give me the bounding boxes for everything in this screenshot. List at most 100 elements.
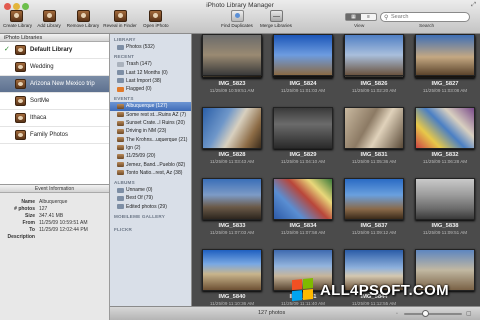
info-row-size: Size 347.41 MB: [24, 213, 64, 219]
photo-date: 11/25/09 11:07:58 AM: [280, 230, 326, 235]
photo-title: IMG_5831: [360, 152, 388, 158]
photo-image[interactable]: [202, 249, 262, 291]
info-row-photo-count: # photos 127: [14, 206, 48, 212]
watermark: ALL4PSOFT.COM: [292, 276, 467, 306]
merge-libraries-button[interactable]: Merge Libraries: [258, 10, 294, 32]
section-header-mobileme: MOBILEME GALLERY: [114, 214, 166, 220]
library-icon: [76, 10, 90, 22]
event-item[interactable]: Albuquerque (127): [110, 102, 191, 111]
photo-thumbnail[interactable]: IMG_5832 11/25/09 11:06:28 AM: [415, 107, 475, 173]
photo-title: IMG_5833: [218, 223, 246, 229]
grid-view-icon[interactable]: ▦: [346, 14, 361, 20]
album-icon: [117, 204, 124, 210]
album-icon: [117, 195, 124, 201]
library-item-sortme[interactable]: SortMe: [0, 93, 109, 110]
checkmark-icon: ✓: [4, 46, 10, 53]
photo-thumbnail[interactable]: [273, 34, 333, 100]
event-icon: [117, 145, 124, 151]
event-info-pane: Event Information Name Albuquerque # pho…: [0, 184, 110, 320]
reveal-in-finder-button[interactable]: Reveal in Finder: [102, 10, 138, 32]
toolbar: iPhoto Library Manager ⤢ Create Library …: [0, 0, 480, 34]
photo-title: IMG_5828: [218, 152, 246, 158]
library-icon: [15, 45, 26, 55]
photo-thumbnail[interactable]: [344, 34, 404, 100]
photo-thumbnail[interactable]: IMG_5840 11/25/09 11:10:36 AM: [202, 249, 262, 306]
library-item-wedding[interactable]: Wedding: [0, 59, 109, 76]
magnifier-photos-icon: [230, 10, 244, 22]
photo-image[interactable]: [202, 178, 262, 220]
photo-image[interactable]: [202, 34, 262, 76]
photo-image[interactable]: [415, 107, 475, 149]
album-item[interactable]: Best Of (79): [110, 194, 191, 202]
photo-thumbnail[interactable]: IMG_5834 11/25/09 11:07:58 AM: [273, 178, 333, 244]
photo-image[interactable]: [273, 178, 333, 220]
photo-thumbnail[interactable]: IMG_5831 11/25/09 11:05:36 AM: [344, 107, 404, 173]
event-item[interactable]: Tonto Natio...rest, Az (38): [110, 169, 191, 177]
slider-knob[interactable]: [421, 310, 429, 317]
photo-image[interactable]: [273, 34, 333, 76]
photo-title: IMG_5834: [289, 223, 317, 229]
photo-image[interactable]: [415, 34, 475, 76]
library-item-family-photos[interactable]: Family Photos: [0, 127, 109, 144]
photo-image[interactable]: [273, 107, 333, 149]
photo-image[interactable]: [202, 107, 262, 149]
create-library-button[interactable]: Create Library: [3, 10, 32, 32]
event-item[interactable]: 11/25/09 (20): [110, 152, 191, 160]
event-item[interactable]: Some rest st...Ruins AZ (7): [110, 111, 191, 119]
source-item-flagged[interactable]: Flagged (0): [110, 85, 191, 93]
library-item-default[interactable]: ✓ Default Library: [0, 42, 109, 59]
photo-thumbnail[interactable]: IMG_5829 11/25/09 11:04:10 AM: [273, 107, 333, 173]
event-item[interactable]: Ign (2): [110, 144, 191, 152]
search-field[interactable]: ⚲: [380, 12, 470, 22]
photo-thumbnail[interactable]: IMG_5837 11/25/09 11:09:12 AM: [344, 178, 404, 244]
photo-thumbnail[interactable]: IMG_5838 11/25/09 11:09:51 AM: [415, 178, 475, 244]
libraries-header: iPhoto Libraries: [0, 34, 109, 42]
iphoto-icon: [148, 10, 162, 22]
library-item-ithaca[interactable]: Ithaca: [0, 110, 109, 127]
toolbar-toggle-icon[interactable]: ⤢: [471, 2, 476, 9]
event-item[interactable]: Jemez, Band...Pueblo (82): [110, 161, 191, 169]
event-icon: [117, 137, 124, 143]
photo-image[interactable]: [344, 178, 404, 220]
add-library-button[interactable]: Add Library: [36, 10, 62, 32]
photo-date: 11/25/09 11:03:43 AM: [209, 159, 255, 164]
photo-date: 11/25/09 11:09:51 AM: [422, 230, 468, 235]
info-row-description: Description: [7, 234, 35, 240]
source-item-last-import[interactable]: Last Import (38): [110, 77, 191, 85]
source-item-last-12-months[interactable]: Last 12 Months (0): [110, 69, 191, 77]
search-input[interactable]: [391, 13, 467, 21]
photo-thumbnail[interactable]: IMG_5833 11/25/09 11:07:03 AM: [202, 178, 262, 244]
search-icon: ⚲: [384, 15, 389, 21]
list-view-icon[interactable]: ≡: [361, 14, 376, 20]
library-icon: [42, 10, 56, 22]
event-item[interactable]: Driving in NM (23): [110, 127, 191, 135]
photo-image[interactable]: [415, 178, 475, 220]
info-row-to: To 11/25/09 12:02:44 PM: [29, 227, 88, 233]
library-item-arizona-new-mexico-trip[interactable]: Arizona New Mexico trip: [0, 76, 109, 93]
photo-date: 11/25/09 11:05:36 AM: [351, 159, 397, 164]
status-bar: 127 photos ▫ ▢: [110, 306, 480, 320]
album-item[interactable]: Edited photos (29): [110, 203, 191, 211]
large-thumbnail-icon: ▢: [466, 311, 472, 317]
photo-thumbnail[interactable]: IMG_5828 11/25/09 11:03:43 AM: [202, 107, 262, 173]
view-mode-control[interactable]: ▦ ≡: [345, 13, 377, 21]
photo-image[interactable]: [344, 34, 404, 76]
photo-image[interactable]: [344, 107, 404, 149]
event-icon: [117, 162, 124, 168]
photo-thumbnail[interactable]: [202, 34, 262, 100]
event-item[interactable]: The Krohns...uquerque (21): [110, 136, 191, 144]
event-item[interactable]: Sunset Crate...l Ruins (20): [110, 119, 191, 127]
open-iphoto-button[interactable]: Open iPhoto: [143, 10, 169, 32]
merge-icon: [269, 10, 283, 22]
event-icon: [117, 120, 124, 126]
source-item-photos[interactable]: Photos (532): [110, 43, 191, 51]
album-item[interactable]: Unname (0): [110, 186, 191, 194]
remove-library-button[interactable]: Remove Library: [66, 10, 100, 32]
source-item-trash[interactable]: Trash (147): [110, 60, 191, 68]
photo-thumbnail[interactable]: [415, 34, 475, 100]
event-icon: [117, 112, 124, 118]
thumbnail-size-slider[interactable]: [404, 310, 462, 317]
find-duplicates-button[interactable]: Find Duplicates: [220, 10, 254, 32]
small-thumbnail-icon: ▫: [396, 311, 398, 317]
section-header-flickr: FLICKR: [114, 227, 133, 233]
